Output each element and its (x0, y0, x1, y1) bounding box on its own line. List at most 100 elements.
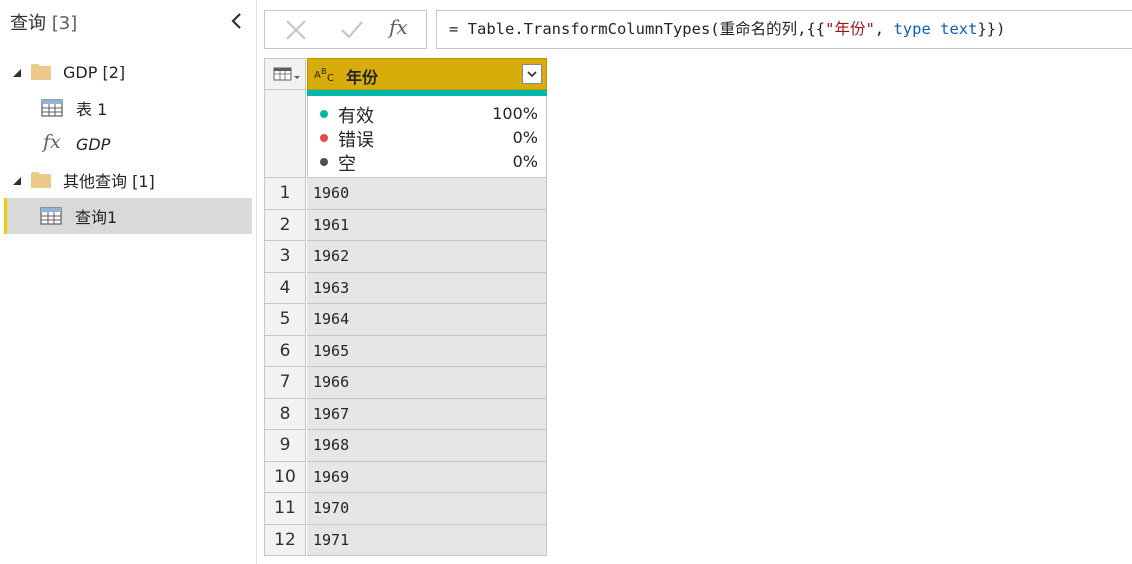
table-icon (40, 207, 62, 225)
quality-value: 0% (512, 128, 538, 147)
quality-value: 100% (492, 104, 538, 123)
row-number[interactable]: 8 (264, 398, 306, 430)
table-row[interactable]: 6 1965 (264, 335, 548, 367)
table-icon (41, 99, 63, 117)
queries-pane: 查询 [3] GDP [2] 表 1 fx GDP 其他查询 [1] 查询1 (0, 0, 257, 564)
group-count: [2] (102, 62, 126, 82)
queries-title-label: 查询 (10, 13, 46, 34)
table-row[interactable]: 1 1960 (264, 178, 548, 210)
row-number[interactable]: 7 (264, 367, 306, 399)
table-cell[interactable]: 1971 (307, 524, 547, 556)
formula-string: "年份" (825, 20, 875, 38)
query-group-gdp[interactable]: GDP [2] (6, 55, 251, 89)
table-row[interactable]: 12 1971 (264, 524, 548, 556)
valid-dot-icon (320, 110, 328, 118)
formula-input[interactable]: = Table.TransformColumnTypes(重命名的列,{{"年份… (436, 10, 1132, 49)
table-row[interactable]: 10 1969 (264, 461, 548, 493)
row-number[interactable]: 6 (264, 335, 306, 367)
type-label-a: A (314, 70, 321, 81)
row-number[interactable]: 3 (264, 241, 306, 273)
table-cell[interactable]: 1967 (307, 398, 547, 430)
column-quality-panel: 有效 100% 错误 0% 空 0% (307, 96, 547, 178)
text-type-icon[interactable]: A B C (314, 65, 338, 85)
chevron-down-icon (527, 71, 537, 78)
table-cell[interactable]: 1963 (307, 272, 547, 304)
query-group-label: 其他查询 [1] (63, 168, 155, 192)
check-icon (341, 21, 363, 39)
quality-label: 有效 (338, 106, 374, 127)
formula-keyword-text: text (940, 20, 978, 38)
row-number[interactable]: 4 (264, 272, 306, 304)
row-number[interactable]: 5 (264, 304, 306, 336)
query-group-label: GDP [2] (63, 63, 125, 82)
type-label-b: B (321, 67, 327, 76)
collapse-pane-button[interactable] (229, 11, 245, 31)
query-item-query1[interactable]: 查询1 (4, 198, 252, 234)
caret-expanded-icon[interactable] (12, 176, 22, 186)
formula-prefix: = Table.TransformColumnTypes(重命名的列,{{ (449, 20, 826, 38)
table-row[interactable]: 9 1968 (264, 430, 548, 462)
query-group-other[interactable]: 其他查询 [1] (6, 163, 251, 197)
formula-toolbar: fx (264, 10, 427, 49)
row-number[interactable]: 9 (264, 430, 306, 462)
data-grid: A B C 年份 有效 100% 错误 0% 空 0% 1 1960 2 1961 3 1… (264, 58, 548, 564)
table-row[interactable]: 5 1964 (264, 304, 548, 336)
table-cell[interactable]: 1970 (307, 493, 547, 525)
insert-function-button[interactable]: fx (389, 15, 419, 39)
row-number[interactable]: 12 (264, 524, 306, 556)
table-menu-icon (273, 67, 300, 81)
table-cell[interactable]: 1965 (307, 335, 547, 367)
group-count: [1] (132, 172, 155, 191)
empty-dot-icon (320, 158, 328, 166)
quality-empty: 空 0% (320, 150, 538, 175)
caret-expanded-icon[interactable] (12, 68, 22, 78)
query-item-label: 表 1 (76, 100, 108, 119)
table-cell[interactable]: 1961 (307, 209, 547, 241)
table-cell[interactable]: 1964 (307, 304, 547, 336)
table-row[interactable]: 3 1962 (264, 241, 548, 273)
quality-valid: 有效 100% (320, 102, 538, 127)
query-item-label: GDP (76, 134, 111, 154)
chevron-left-icon (231, 13, 241, 29)
folder-icon (31, 64, 51, 80)
fx-icon: fx (389, 15, 408, 39)
table-cell[interactable]: 1969 (307, 461, 547, 493)
table-row[interactable]: 2 1961 (264, 209, 548, 241)
query-item-label: 查询1 (75, 208, 118, 227)
quality-label: 错误 (338, 130, 374, 151)
quality-row-header (264, 90, 306, 178)
grid-rows: 1 1960 2 1961 3 1962 4 1963 5 1964 6 1965 7 1966 8 1967… (264, 178, 548, 556)
column-header[interactable]: A B C 年份 (307, 58, 547, 90)
quality-error: 错误 0% (320, 126, 538, 151)
folder-icon (31, 172, 51, 188)
commit-formula-button[interactable] (340, 19, 364, 41)
row-number[interactable]: 10 (264, 461, 306, 493)
type-label-c: C (327, 73, 334, 84)
table-cell[interactable]: 1960 (307, 178, 547, 210)
table-menu-button[interactable] (264, 58, 306, 90)
table-cell[interactable]: 1968 (307, 430, 547, 462)
function-icon: fx (43, 131, 61, 153)
table-cell[interactable]: 1962 (307, 241, 547, 273)
table-cell[interactable]: 1966 (307, 367, 547, 399)
formula-space (931, 20, 940, 38)
formula-suffix: }}) (977, 20, 1006, 38)
table-row[interactable]: 8 1967 (264, 398, 548, 430)
query-item-table1[interactable]: 表 1 (6, 91, 251, 125)
formula-keyword-type: type (893, 20, 931, 38)
error-dot-icon (320, 134, 328, 142)
table-row[interactable]: 11 1970 (264, 493, 548, 525)
queries-count: [3] (51, 13, 78, 34)
column-name: 年份 (346, 68, 379, 87)
cancel-formula-button[interactable] (284, 19, 308, 41)
table-row[interactable]: 7 1966 (264, 367, 548, 399)
column-filter-button[interactable] (522, 64, 542, 84)
query-item-gdp-function[interactable]: fx GDP (6, 127, 251, 161)
quality-label: 空 (338, 154, 356, 175)
group-name: GDP (63, 62, 98, 82)
row-number[interactable]: 1 (264, 178, 306, 210)
table-row[interactable]: 4 1963 (264, 272, 548, 304)
group-name: 其他查询 (63, 172, 128, 191)
row-number[interactable]: 2 (264, 209, 306, 241)
row-number[interactable]: 11 (264, 493, 306, 525)
